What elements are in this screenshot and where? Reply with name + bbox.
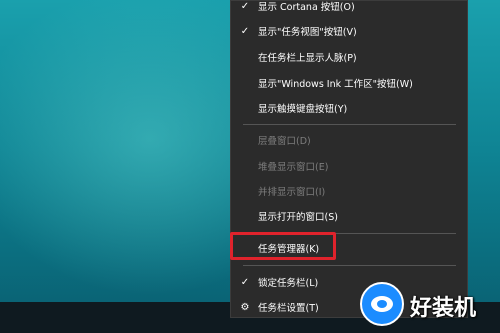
menu-item-show-windows-ink[interactable]: 显示"Windows Ink 工作区"按钮(W) [231, 72, 469, 94]
menu-item-label: 并排显示窗口(I) [258, 187, 326, 198]
menu-item-label: 显示触摸键盘按钮(Y) [258, 104, 348, 115]
gear-icon: ⚙ [240, 301, 250, 313]
taskbar-context-menu: ✓ 显示 Cortana 按钮(O) ✓ 显示"任务视图"按钮(V) 在任务栏上… [230, 0, 468, 318]
menu-item-label: 显示打开的窗口(S) [258, 212, 338, 223]
menu-item-label: 层叠窗口(D) [258, 136, 311, 147]
menu-separator [243, 265, 456, 266]
menu-item-label: 显示 Cortana 按钮(O) [258, 2, 355, 13]
red-highlight-box [230, 232, 336, 260]
menu-item-label: 任务栏设置(T) [258, 303, 319, 314]
menu-item-label: 堆叠显示窗口(E) [258, 162, 329, 173]
checkmark-icon: ✓ [240, 276, 250, 288]
menu-item-label: 在任务栏上显示人脉(P) [258, 53, 357, 64]
menu-item-label: 锁定任务栏(L) [258, 278, 319, 289]
menu-item-label: 显示"任务视图"按钮(V) [258, 27, 357, 38]
menu-item-stack-windows: 堆叠显示窗口(E) [231, 155, 469, 177]
watermark: 好装机 [360, 282, 500, 328]
menu-item-show-touch-keyboard[interactable]: 显示触摸键盘按钮(Y) [231, 97, 469, 119]
menu-item-show-desktop-windows[interactable]: 显示打开的窗口(S) [231, 205, 469, 227]
watermark-text: 好装机 [410, 296, 477, 321]
menu-separator [243, 124, 456, 125]
menu-item-side-by-side-windows: 并排显示窗口(I) [231, 180, 469, 202]
menu-item-label: 显示"Windows Ink 工作区"按钮(W) [258, 79, 413, 90]
menu-item-show-cortana[interactable]: ✓ 显示 Cortana 按钮(O) [231, 0, 469, 17]
checkmark-icon: ✓ [240, 25, 250, 37]
checkmark-icon: ✓ [240, 0, 250, 12]
eye-logo-icon [360, 282, 404, 326]
menu-item-show-task-view[interactable]: ✓ 显示"任务视图"按钮(V) [231, 20, 469, 42]
menu-item-cascade-windows: 层叠窗口(D) [231, 129, 469, 151]
menu-item-show-people[interactable]: 在任务栏上显示人脉(P) [231, 46, 469, 68]
